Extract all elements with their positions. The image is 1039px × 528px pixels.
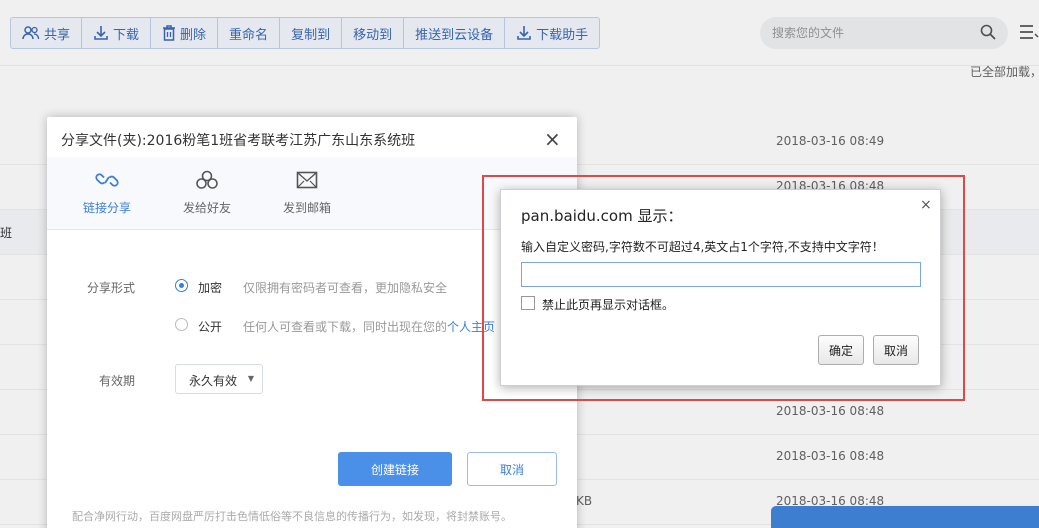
create-link-button[interactable]: 创建链接 (338, 452, 452, 486)
prompt-cancel-button[interactable]: 取消 (873, 335, 919, 365)
prompt-message: 输入自定义密码,字符数不可超过4,英文占1个字符,不支持中文字符！ (521, 240, 884, 254)
mail-icon (262, 167, 352, 193)
share-dialog-close-icon[interactable]: × (544, 129, 561, 149)
prompt-ok-button[interactable]: 确定 (818, 335, 864, 365)
validity-select[interactable]: 永久有效 ▼ (175, 364, 263, 394)
public-label[interactable]: 公开 (198, 318, 222, 335)
prompt-close-icon[interactable]: × (920, 197, 932, 213)
suppress-dialogs-checkbox[interactable] (521, 296, 535, 310)
validity-select-value: 永久有效 (189, 374, 238, 388)
validity-label: 有效期 (99, 374, 136, 388)
public-radio[interactable] (175, 318, 188, 331)
public-description: 任何人可查看或下载，同时出现在您的个人主页 (243, 318, 495, 335)
public-description-text: 任何人可查看或下载，同时出现在您的 (243, 320, 448, 334)
policy-notice: 配合净网行动，百度网盘严厉打击色情低俗等不良信息的传播行为，如发现，将封禁账号。 (72, 510, 512, 523)
suppress-dialogs-label[interactable]: 禁止此页再显示对话框。 (542, 296, 674, 313)
share-dialog-title: 分享文件(夹):2016粉笔1班省考联考江苏广东山东系统班 (61, 133, 416, 149)
bottom-right-panel[interactable] (771, 506, 1039, 528)
tab-link-share[interactable]: 链接分享 (62, 167, 152, 216)
active-tab-indicator (101, 260, 113, 266)
tab-link-share-label: 链接分享 (82, 201, 131, 215)
share-form-label: 分享形式 (87, 281, 136, 295)
password-prompt-dialog: pan.baidu.com 显示： × 输入自定义密码,字符数不可超过4,英文占… (500, 189, 941, 386)
tab-send-to-friends[interactable]: 发给好友 (162, 167, 252, 216)
friends-icon (162, 167, 252, 193)
link-icon (62, 167, 152, 193)
tab-send-to-friends-label: 发给好友 (182, 201, 231, 215)
encrypted-label[interactable]: 加密 (198, 279, 222, 296)
tab-send-email-label: 发到邮箱 (282, 201, 331, 215)
encrypted-radio[interactable] (175, 279, 188, 292)
prompt-title: pan.baidu.com 显示： (521, 207, 683, 225)
share-cancel-button[interactable]: 取消 (467, 452, 557, 486)
encrypted-description: 仅限拥有密码者可查看，更加隐私安全 (243, 281, 448, 295)
tab-send-email[interactable]: 发到邮箱 (262, 167, 352, 216)
password-input[interactable] (521, 262, 921, 287)
dropdown-arrow-icon: ▼ (247, 374, 254, 383)
